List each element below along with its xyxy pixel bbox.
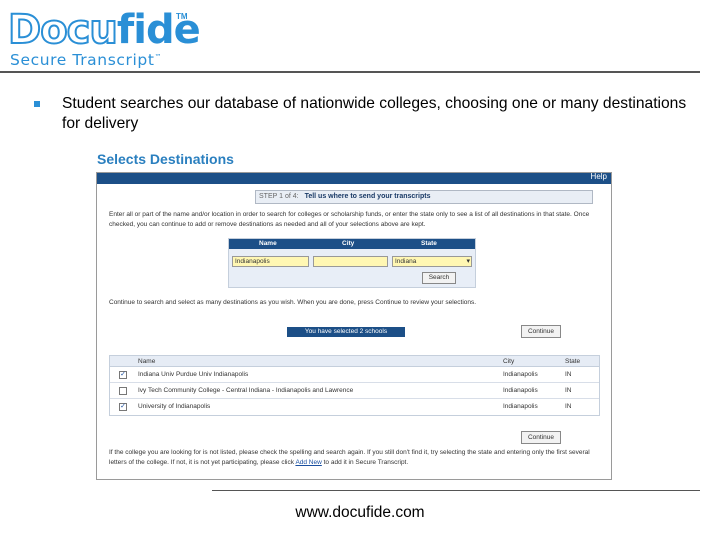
bullet-square-icon <box>34 101 40 107</box>
search-panel: Name City State Indianapolis Indiana Sea… <box>228 238 476 288</box>
add-new-link[interactable]: Add New <box>295 459 321 466</box>
row-checkbox-checked[interactable]: ✓ <box>119 403 127 411</box>
row-state: IN <box>565 387 572 394</box>
name-column-label: Name <box>259 240 277 247</box>
city-column-label: City <box>342 240 355 247</box>
logo-tm-mark: TM <box>176 12 188 21</box>
row-city: Indianapolis <box>503 387 538 394</box>
continue-button-top[interactable]: Continue <box>521 325 561 338</box>
row-name: University of Indianapolis <box>138 403 211 410</box>
bottom-divider <box>212 490 700 491</box>
search-instructions: Enter all or part of the name and/or loc… <box>109 211 590 228</box>
results-table: Name City State ✓ Indiana Univ Purdue Un… <box>109 355 600 416</box>
results-col-city: City <box>503 358 515 365</box>
row-state: IN <box>565 403 572 410</box>
step-banner: STEP 1 of 4: Tell us where to send your t… <box>255 190 593 204</box>
help-link[interactable]: Help <box>591 173 607 181</box>
selected-count-badge: You have selected 2 schools <box>287 327 405 337</box>
city-search-input[interactable] <box>313 256 388 267</box>
name-search-input[interactable]: Indianapolis <box>232 256 309 267</box>
logo-wordmark: Docufide <box>7 7 201 53</box>
state-select[interactable]: Indiana <box>392 256 472 267</box>
row-checkbox-unchecked[interactable] <box>119 387 127 395</box>
section-title: Selects Destinations <box>97 151 234 167</box>
bullet-text: Student searches our database of nationw… <box>62 95 687 132</box>
not-listed-note: If the college you are looking for is no… <box>109 448 599 467</box>
logo-word-docu: Docu <box>7 7 119 53</box>
row-state: IN <box>565 371 572 378</box>
docufide-logo: Docufide TM Secure Transcript™ <box>7 7 208 70</box>
row-city: Indianapolis <box>503 403 538 410</box>
row-name: Ivy Tech Community College - Central Ind… <box>138 387 354 394</box>
logo-subtitle-text: Secure Transcript <box>10 51 155 69</box>
step-number: STEP 1 of 4: <box>259 193 299 200</box>
state-column-label: State <box>421 240 437 247</box>
top-divider <box>0 71 700 73</box>
continue-button-bottom[interactable]: Continue <box>521 431 561 444</box>
results-header: Name City State <box>110 356 599 367</box>
logo-subtitle-tm: ™ <box>154 52 163 61</box>
step-text: Tell us where to send your transcripts <box>304 193 431 200</box>
search-button[interactable]: Search <box>422 272 456 284</box>
row-name: Indiana Univ Purdue Univ Indianapolis <box>138 371 249 378</box>
results-col-name: Name <box>138 358 156 365</box>
app-header-bar: Help <box>97 173 611 184</box>
footer-url[interactable]: www.docufide.com <box>0 504 720 522</box>
app-screenshot: Help STEP 1 of 4: Tell us where to send y… <box>96 172 612 480</box>
row-city: Indianapolis <box>503 371 538 378</box>
continue-instructions: Continue to search and select as many de… <box>109 299 477 306</box>
results-col-state: State <box>565 358 581 365</box>
table-row: Ivy Tech Community College - Central Ind… <box>110 383 599 399</box>
table-row: ✓ University of Indianapolis Indianapoli… <box>110 399 599 415</box>
table-row: ✓ Indiana Univ Purdue Univ Indianapolis … <box>110 367 599 383</box>
row-checkbox-checked[interactable]: ✓ <box>119 371 127 379</box>
search-panel-header: Name City State <box>229 239 475 249</box>
logo-subtitle: Secure Transcript™ <box>10 51 162 69</box>
not-listed-tail: to add it in Secure Transcript. <box>323 458 409 466</box>
